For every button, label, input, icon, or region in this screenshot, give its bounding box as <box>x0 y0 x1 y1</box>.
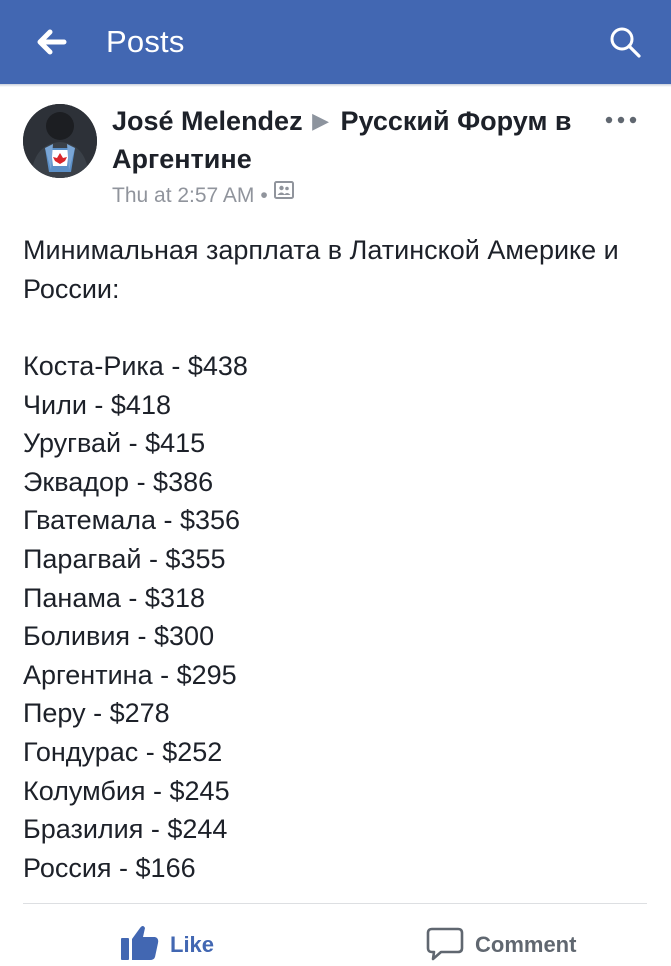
list-item: Гондурас - $252 <box>23 736 223 767</box>
thumbs-up-icon <box>121 926 159 960</box>
wage-list: Коста-Рика - $438 Чили - $418 Уругвай - … <box>23 347 643 887</box>
profile-picture <box>23 104 97 178</box>
like-label: Like <box>170 932 215 957</box>
page-title: Posts <box>106 24 185 59</box>
search-button[interactable] <box>604 22 646 64</box>
post-meta: Thu at 2:57 AM • <box>112 181 294 211</box>
avatar[interactable] <box>23 104 97 178</box>
list-item: Аргентина - $295 <box>23 659 237 690</box>
post-header: José Melendez ▶ Русский Форум в Аргентин… <box>112 103 592 177</box>
more-dots-icon <box>605 116 637 124</box>
more-options-button[interactable] <box>603 108 639 132</box>
list-item: Россия - $166 <box>23 852 196 883</box>
list-item: Уругвай - $415 <box>23 428 206 459</box>
group-audience-icon <box>273 179 294 209</box>
post-text: Минимальная зарплата в Латинской Америке… <box>23 231 643 887</box>
meta-separator: • <box>260 184 268 207</box>
top-bar-shadow <box>0 84 671 87</box>
list-item: Панама - $318 <box>23 582 205 613</box>
search-icon <box>610 27 641 58</box>
back-button[interactable] <box>30 22 74 62</box>
author-name[interactable]: José Melendez <box>112 106 303 136</box>
list-item: Колумбия - $245 <box>23 775 230 806</box>
list-item: Гватемала - $356 <box>23 505 241 536</box>
arrow-left-icon <box>37 29 67 55</box>
action-divider <box>23 903 647 904</box>
comment-label: Comment <box>475 932 577 957</box>
post-intro: Минимальная зарплата в Латинской Америке… <box>23 235 619 304</box>
triangle-right-icon: ▶ <box>312 108 330 133</box>
list-item: Чили - $418 <box>23 389 171 420</box>
list-item: Перу - $278 <box>23 698 170 729</box>
timestamp[interactable]: Thu at 2:57 AM <box>112 184 254 207</box>
list-item: Парагвай - $355 <box>23 543 226 574</box>
list-item: Эквадор - $386 <box>23 466 214 497</box>
list-item: Бразилия - $244 <box>23 814 228 845</box>
comment-bubble-icon <box>426 927 464 961</box>
list-item: Коста-Рика - $438 <box>23 351 248 381</box>
top-bar: Posts <box>0 0 671 84</box>
list-item: Боливия - $300 <box>23 621 215 652</box>
